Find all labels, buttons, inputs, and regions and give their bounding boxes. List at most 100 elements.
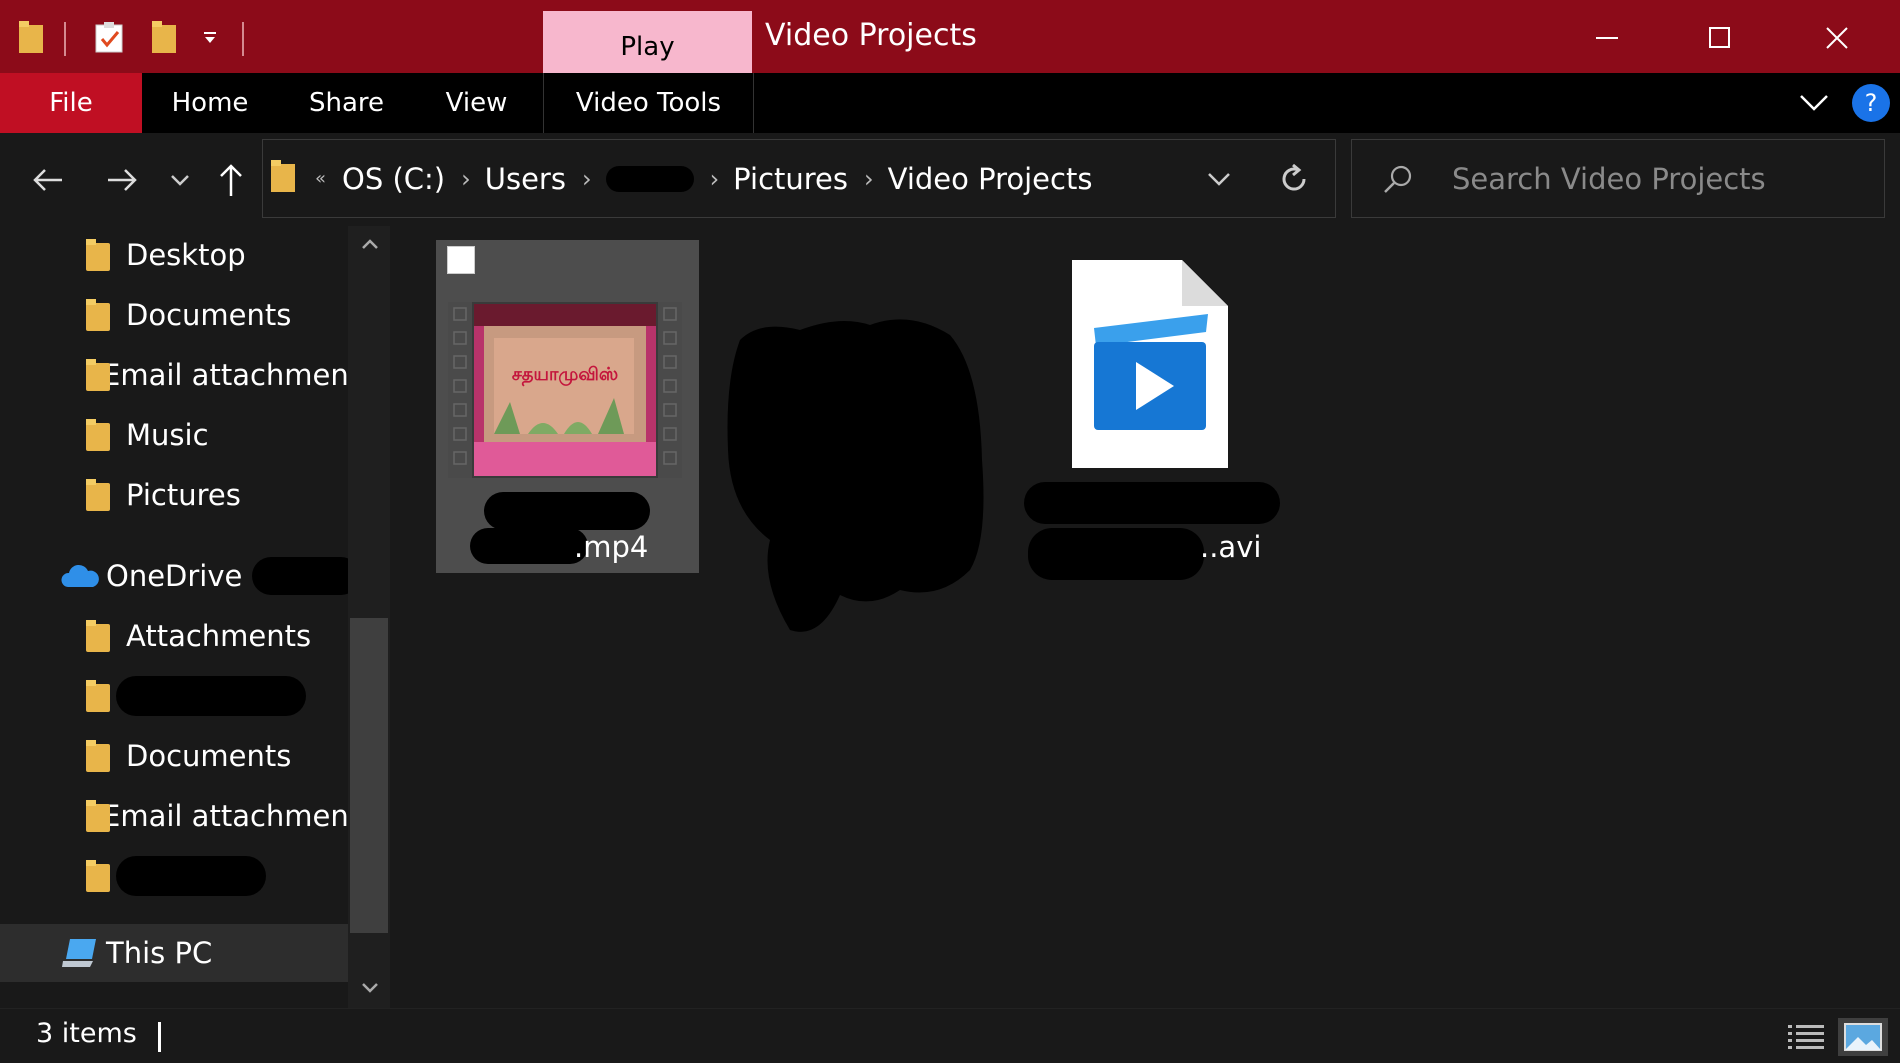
qat-separator bbox=[242, 22, 244, 56]
folder-icon[interactable] bbox=[12, 18, 52, 58]
nav-item-label: Desktop bbox=[126, 238, 246, 272]
close-button[interactable] bbox=[1782, 10, 1892, 65]
refresh-icon[interactable] bbox=[1279, 163, 1309, 194]
breadcrumb-pictures[interactable]: Pictures bbox=[733, 162, 848, 196]
nav-item-label: Attachments bbox=[126, 619, 312, 653]
tab-share-label: Share bbox=[308, 88, 385, 118]
search-box[interactable]: Search Video Projects bbox=[1351, 139, 1885, 218]
breadcrumb-username-redacted[interactable] bbox=[605, 165, 694, 192]
play-contextual-tab[interactable]: Play bbox=[543, 11, 752, 73]
address-dropdown-icon[interactable] bbox=[1207, 171, 1231, 187]
search-input[interactable]: Search Video Projects bbox=[1452, 162, 1766, 196]
chevron-right-icon[interactable]: › bbox=[710, 165, 720, 193]
folder-icon bbox=[86, 239, 110, 271]
nav-item-label: Pictures bbox=[126, 478, 241, 512]
item-checkbox[interactable] bbox=[447, 246, 475, 274]
nav-item-documents[interactable]: Documents bbox=[0, 286, 345, 344]
back-arrow-icon[interactable] bbox=[28, 155, 68, 205]
qat-separator bbox=[64, 22, 66, 56]
up-arrow-icon[interactable] bbox=[214, 155, 248, 205]
file-name-avi: ..avi bbox=[1200, 530, 1262, 564]
properties-check-icon[interactable] bbox=[90, 18, 130, 58]
nav-item-label: Email attachments bbox=[102, 358, 348, 392]
folder-icon bbox=[86, 419, 110, 451]
nav-item-attachments[interactable]: Attachments bbox=[0, 607, 345, 665]
nav-item-label-redacted bbox=[116, 856, 266, 896]
scroll-up-icon[interactable] bbox=[358, 234, 382, 254]
folder-icon bbox=[86, 680, 110, 712]
status-bar bbox=[0, 1008, 1900, 1063]
forward-arrow-icon[interactable] bbox=[102, 155, 142, 205]
minimize-button[interactable] bbox=[1552, 10, 1662, 65]
nav-item-label: This PC bbox=[106, 936, 213, 970]
tab-file-label: File bbox=[49, 88, 93, 118]
nav-item-label: Music bbox=[126, 418, 209, 452]
chevron-right-icon[interactable]: › bbox=[582, 165, 592, 193]
new-folder-icon[interactable] bbox=[145, 18, 185, 58]
breadcrumb-os-drive[interactable]: OS (C:) bbox=[342, 162, 445, 196]
nav-item-pictures[interactable]: Pictures bbox=[0, 466, 345, 524]
nav-item-email-attachments-onedrive[interactable]: Email attachments bbox=[0, 787, 348, 845]
nav-item-label: Email attachments bbox=[102, 799, 348, 833]
folder-icon bbox=[86, 620, 110, 652]
onedrive-cloud-icon bbox=[60, 563, 100, 589]
expand-ribbon-icon[interactable] bbox=[1796, 88, 1832, 118]
folder-icon bbox=[86, 299, 110, 331]
tab-video-tools[interactable]: Video Tools bbox=[543, 73, 754, 133]
nav-item-documents-onedrive[interactable]: Documents bbox=[0, 727, 345, 785]
nav-item-onedrive[interactable]: OneDrive bbox=[0, 547, 360, 605]
breadcrumb-users[interactable]: Users bbox=[485, 162, 566, 196]
chevron-right-icon[interactable]: › bbox=[864, 165, 874, 193]
file-name-mp4: .mp4 bbox=[574, 530, 649, 564]
tab-video-tools-label: Video Tools bbox=[575, 88, 722, 118]
filename-redacted bbox=[484, 492, 650, 530]
video-thumbnail bbox=[448, 302, 682, 478]
search-icon bbox=[1382, 163, 1414, 195]
video-file-icon[interactable] bbox=[1070, 258, 1230, 470]
item-count: 3 items bbox=[36, 1018, 137, 1049]
status-separator bbox=[158, 1022, 161, 1052]
nav-item-redacted[interactable] bbox=[0, 667, 345, 725]
file-item-redacted[interactable] bbox=[720, 310, 1000, 640]
folder-icon bbox=[86, 740, 110, 772]
filename-redacted bbox=[470, 528, 588, 564]
recent-locations-chevron-icon[interactable] bbox=[166, 155, 194, 205]
nav-item-redacted[interactable] bbox=[0, 847, 345, 905]
nav-item-label-redacted bbox=[116, 676, 306, 716]
scroll-down-icon[interactable] bbox=[358, 978, 382, 998]
nav-item-label: Documents bbox=[126, 298, 292, 332]
filename-redacted bbox=[1028, 528, 1204, 580]
nav-item-email-attachments[interactable]: Email attachments bbox=[0, 346, 348, 404]
address-bar[interactable]: « OS (C:) › Users › › Pictures › Video P… bbox=[262, 139, 1336, 218]
folder-icon bbox=[86, 860, 110, 892]
filename-redacted bbox=[1024, 482, 1280, 524]
breadcrumb-video-projects[interactable]: Video Projects bbox=[888, 162, 1093, 196]
help-label: ? bbox=[1864, 89, 1878, 117]
chevron-right-icon[interactable]: › bbox=[461, 165, 471, 193]
tab-home-label: Home bbox=[171, 88, 249, 118]
window-title: Video Projects bbox=[765, 18, 977, 53]
tab-view-label: View bbox=[445, 88, 508, 118]
help-button[interactable]: ? bbox=[1852, 84, 1890, 122]
tab-file[interactable]: File bbox=[0, 73, 142, 133]
tab-share[interactable]: Share bbox=[285, 73, 408, 133]
thumbnail-caption: சதயாமுவிஸ் bbox=[511, 364, 619, 385]
tab-home[interactable]: Home bbox=[150, 73, 270, 133]
nav-item-desktop[interactable]: Desktop bbox=[0, 226, 345, 284]
large-icons-view-icon[interactable] bbox=[1838, 1018, 1888, 1056]
this-pc-icon bbox=[62, 937, 98, 969]
details-view-icon[interactable] bbox=[1784, 1018, 1828, 1056]
nav-scroll-thumb[interactable] bbox=[350, 618, 388, 933]
customize-qat-dropdown-icon[interactable] bbox=[190, 18, 230, 58]
tab-view[interactable]: View bbox=[420, 73, 533, 133]
nav-item-label: OneDrive bbox=[106, 559, 243, 593]
folder-icon bbox=[86, 479, 110, 511]
account-name-redacted bbox=[252, 557, 360, 595]
nav-item-label: Documents bbox=[126, 739, 292, 773]
address-folder-icon bbox=[271, 159, 297, 198]
maximize-button[interactable] bbox=[1665, 10, 1775, 65]
play-tab-label: Play bbox=[620, 32, 675, 62]
nav-item-this-pc[interactable]: This PC bbox=[0, 924, 345, 982]
address-overflow[interactable]: « bbox=[315, 168, 326, 189]
nav-item-music[interactable]: Music bbox=[0, 406, 345, 464]
